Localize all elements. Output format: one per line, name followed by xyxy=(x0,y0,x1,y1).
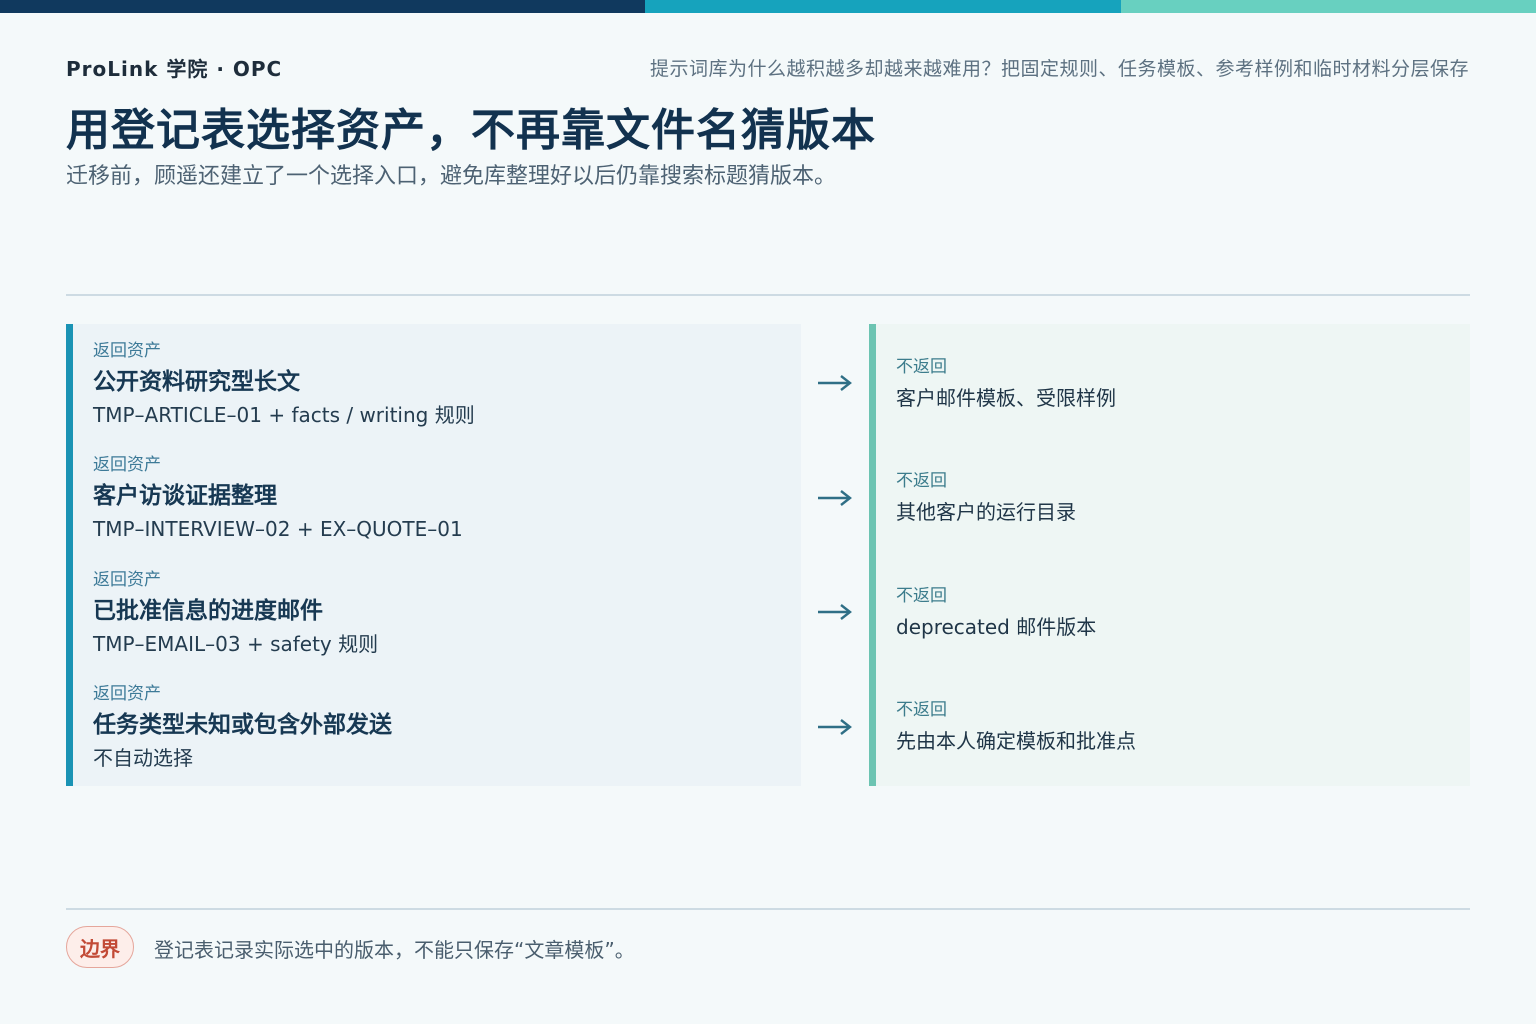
excluded-assets-panel: 不返回 客户邮件模板、受限样例 不返回 其他客户的运行目录 不返回 deprec… xyxy=(869,324,1470,786)
series-tagline: 提示词库为什么越积越多却越来越难用？把固定规则、任务模板、参考样例和临时材料分层… xyxy=(649,58,1469,80)
exclusion-row: 不返回 先由本人确定模板和批准点 xyxy=(896,699,1456,755)
task-heading: 任务类型未知或包含外部发送 xyxy=(93,712,392,738)
exclusion-row: 不返回 其他客户的运行目录 xyxy=(896,470,1456,526)
no-return-label: 不返回 xyxy=(896,586,947,606)
task-heading: 已批准信息的进度邮件 xyxy=(93,598,323,624)
asset-detail: 不自动选择 xyxy=(93,746,193,770)
exclusion-text: 客户邮件模板、受限样例 xyxy=(896,386,1116,410)
arrow-right-icon xyxy=(818,719,852,735)
top-accent-bar xyxy=(0,0,1536,13)
page-subtitle: 迁移前，顾遥还建立了一个选择入口，避免库整理好以后仍靠搜索标题猜版本。 xyxy=(66,164,837,189)
return-label: 返回资产 xyxy=(93,341,161,361)
top-divider xyxy=(66,294,1470,296)
brand-label: ProLink 学院 · OPC xyxy=(66,57,283,81)
exclusion-text: 先由本人确定模板和批准点 xyxy=(896,729,1136,753)
boundary-note: 登记表记录实际选中的版本，不能只保存“文章模板”。 xyxy=(154,938,635,962)
boundary-badge: 边界 xyxy=(66,926,134,968)
page-title: 用登记表选择资产，不再靠文件名猜版本 xyxy=(66,105,876,156)
return-row: 返回资产 任务类型未知或包含外部发送 不自动选择 xyxy=(93,683,793,772)
return-row: 返回资产 已批准信息的进度邮件 TMP–EMAIL–03 + safety 规则 xyxy=(93,569,793,658)
no-return-label: 不返回 xyxy=(896,471,947,491)
task-heading: 公开资料研究型长文 xyxy=(93,369,300,395)
return-label: 返回资产 xyxy=(93,570,161,590)
bottom-divider xyxy=(66,908,1470,910)
arrow-right-icon xyxy=(818,604,852,620)
asset-detail: TMP–ARTICLE–01 + facts / writing 规则 xyxy=(93,403,475,427)
exclusion-text: 其他客户的运行目录 xyxy=(896,500,1076,524)
exclusion-row: 不返回 deprecated 邮件版本 xyxy=(896,585,1456,641)
return-assets-panel: 返回资产 公开资料研究型长文 TMP–ARTICLE–01 + facts / … xyxy=(66,324,801,786)
exclusion-text: deprecated 邮件版本 xyxy=(896,615,1097,639)
accent-segment-mint xyxy=(1121,0,1536,13)
return-label: 返回资产 xyxy=(93,684,161,704)
accent-segment-teal xyxy=(645,0,1121,13)
no-return-label: 不返回 xyxy=(896,700,947,720)
accent-segment-navy xyxy=(0,0,645,13)
exclusion-row: 不返回 客户邮件模板、受限样例 xyxy=(896,356,1456,412)
return-row: 返回资产 客户访谈证据整理 TMP–INTERVIEW–02 + EX–QUOT… xyxy=(93,454,793,543)
task-heading: 客户访谈证据整理 xyxy=(93,483,277,509)
asset-detail: TMP–INTERVIEW–02 + EX–QUOTE–01 xyxy=(93,517,463,541)
return-label: 返回资产 xyxy=(93,455,161,475)
arrow-right-icon xyxy=(818,375,852,391)
no-return-label: 不返回 xyxy=(896,357,947,377)
return-row: 返回资产 公开资料研究型长文 TMP–ARTICLE–01 + facts / … xyxy=(93,340,793,429)
arrow-right-icon xyxy=(818,490,852,506)
asset-detail: TMP–EMAIL–03 + safety 规则 xyxy=(93,632,379,656)
